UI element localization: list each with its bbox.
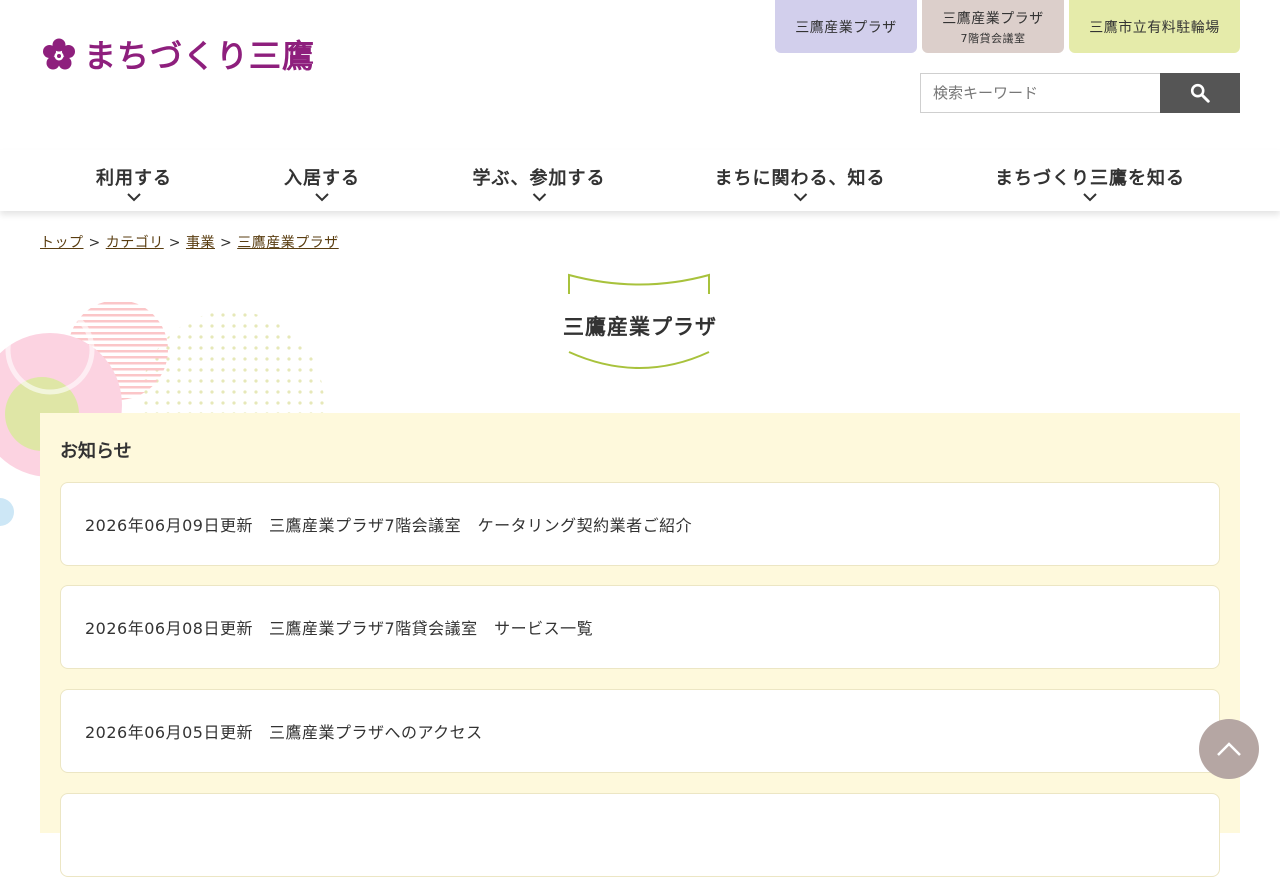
page-top-button[interactable] <box>1199 719 1259 779</box>
news-item[interactable]: 2026年06月09日更新 三鷹産業プラザ7階会議室 ケータリング契約業者ご紹介 <box>60 482 1220 566</box>
top-tab-label: 三鷹産業プラザ <box>942 10 1044 27</box>
top-tab-churinjo[interactable]: 三鷹市立有料駐輪場 <box>1069 0 1240 53</box>
top-tab-sangyo-plaza[interactable]: 三鷹産業プラザ <box>775 0 917 53</box>
nav-item-label: まちに関わる、知る <box>714 168 886 189</box>
logo-text: まちづくり三鷹 <box>84 37 316 75</box>
page-title-block: 三鷹産業プラザ <box>560 272 720 372</box>
breadcrumb: トップ > カテゴリ > 事業 > 三鷹産業プラザ <box>40 232 339 252</box>
news-date: 2026年06月05日更新 <box>85 723 253 742</box>
top-tabs: 三鷹産業プラザ 三鷹産業プラザ 7階貸会議室 三鷹市立有料駐輪場 <box>775 0 1240 53</box>
chevron-up-icon <box>1217 742 1241 756</box>
top-tab-label: 三鷹市立有料駐輪場 <box>1089 19 1220 36</box>
flower-logo-icon <box>43 38 75 70</box>
nav-item-nyukyo[interactable]: 入居する <box>284 164 360 202</box>
breadcrumb-link-jigyo[interactable]: 事業 <box>186 235 215 251</box>
nav-item-about[interactable]: まちづくり三鷹を知る <box>995 164 1185 202</box>
search-form <box>920 73 1240 113</box>
search-button[interactable] <box>1160 73 1240 113</box>
search-input[interactable] <box>920 73 1160 113</box>
news-title: 三鷹産業プラザへのアクセス <box>268 723 483 742</box>
news-item[interactable] <box>60 793 1220 877</box>
chevron-down-icon <box>127 193 141 202</box>
breadcrumb-link-current[interactable]: 三鷹産業プラザ <box>237 235 339 251</box>
news-heading: お知らせ <box>60 441 132 462</box>
nav-item-label: 学ぶ、参加する <box>472 168 606 189</box>
nav-item-label: 入居する <box>284 168 360 189</box>
nav-item-manabu[interactable]: 学ぶ、参加する <box>473 164 606 202</box>
chevron-down-icon <box>1083 193 1097 202</box>
breadcrumb-separator: > <box>88 235 101 251</box>
top-tab-sublabel: 7階貸会議室 <box>960 31 1026 45</box>
top-tab-label: 三鷹産業プラザ <box>795 19 897 36</box>
chevron-down-icon <box>793 193 807 202</box>
top-tab-kaigishitsu[interactable]: 三鷹産業プラザ 7階貸会議室 <box>922 0 1064 53</box>
news-title: 三鷹産業プラザ7階会議室 ケータリング契約業者ご紹介 <box>268 516 693 535</box>
search-icon <box>1190 83 1210 103</box>
global-nav: 利用する 入居する 学ぶ、参加する まちに関わる、知る まちづくり三鷹を知る <box>0 150 1280 211</box>
news-item[interactable]: 2026年06月05日更新 三鷹産業プラザへのアクセス <box>60 689 1220 773</box>
news-title: 三鷹産業プラザ7階貸会議室 サービス一覧 <box>268 619 594 638</box>
page-title: 三鷹産業プラザ <box>563 315 717 339</box>
breadcrumb-separator: > <box>168 235 181 251</box>
chevron-down-icon <box>532 193 546 202</box>
breadcrumb-link-category[interactable]: カテゴリ <box>106 235 164 251</box>
news-date: 2026年06月09日更新 <box>85 516 253 535</box>
news-section: お知らせ 2026年06月09日更新 三鷹産業プラザ7階会議室 ケータリング契約… <box>40 413 1240 877</box>
chevron-down-icon <box>315 193 329 202</box>
nav-item-riyou[interactable]: 利用する <box>96 164 172 202</box>
nav-item-label: 利用する <box>96 168 172 189</box>
site-logo[interactable]: まちづくり三鷹 <box>40 37 315 75</box>
news-item[interactable]: 2026年06月08日更新 三鷹産業プラザ7階貸会議室 サービス一覧 <box>60 585 1220 669</box>
breadcrumb-link-top[interactable]: トップ <box>40 235 84 251</box>
news-date: 2026年06月08日更新 <box>85 619 253 638</box>
nav-item-label: まちづくり三鷹を知る <box>995 168 1185 189</box>
nav-item-machi[interactable]: まちに関わる、知る <box>715 164 886 202</box>
breadcrumb-separator: > <box>219 235 233 251</box>
